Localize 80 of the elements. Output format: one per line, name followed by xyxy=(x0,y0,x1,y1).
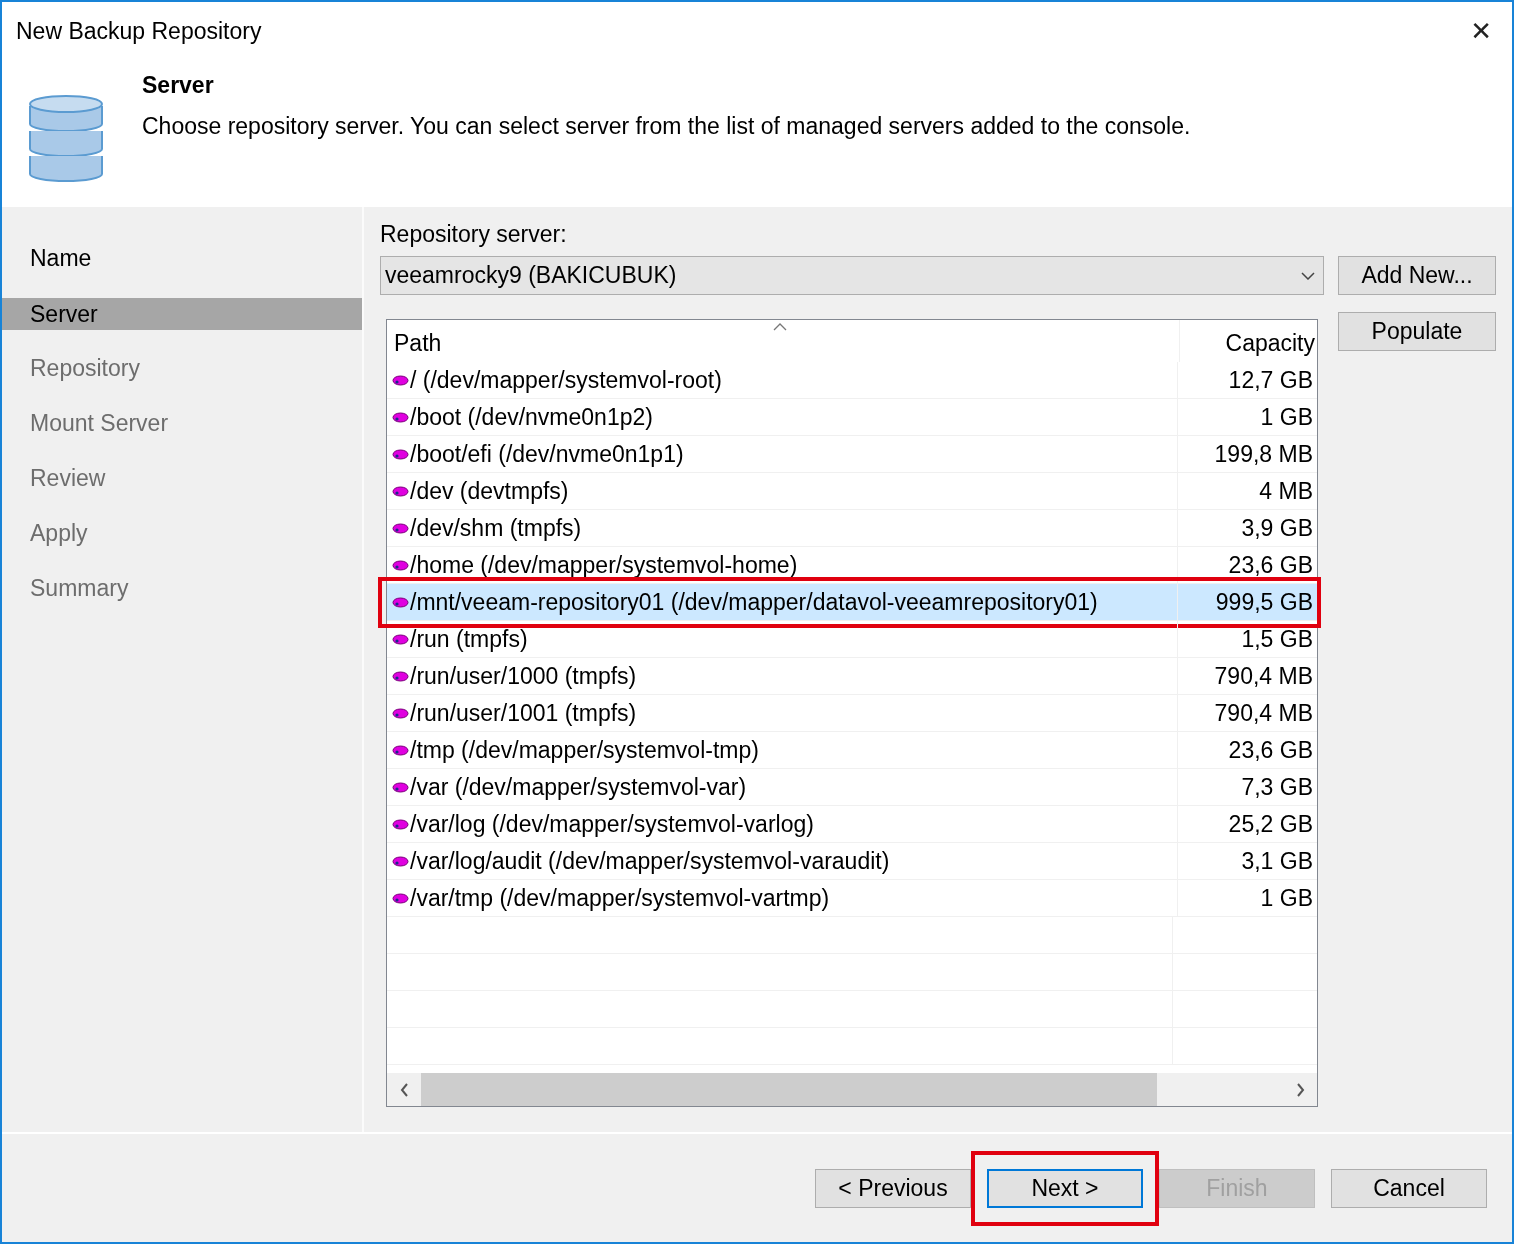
table-row[interactable]: /var/log (/dev/mapper/systemvol-varlog) 25,2 GB xyxy=(387,806,1317,843)
table-row[interactable]: /tmp (/dev/mapper/systemvol-tmp) 23,6 GB xyxy=(387,732,1317,769)
path-cell: /dev/shm (tmpfs) xyxy=(410,514,582,542)
path-cell: /mnt/veeam-repository01 (/dev/mapper/datavol-veeamrepository01) xyxy=(410,588,1098,616)
table-row[interactable]: /dev/shm (tmpfs) 3,9 GB xyxy=(387,510,1317,547)
volume-icon xyxy=(392,892,409,904)
table-row[interactable]: /var/log/audit (/dev/mapper/systemvol-varaudit) 3,1 GB xyxy=(387,843,1317,880)
capacity-cell: 23,6 GB xyxy=(1228,551,1313,579)
volume-icon xyxy=(392,707,409,719)
path-cell: /var/tmp (/dev/mapper/systemvol-vartmp) xyxy=(410,884,830,912)
table-row[interactable]: /mnt/veeam-repository01 (/dev/mapper/datavol-veeamrepository01) 999,5 GB xyxy=(387,584,1317,621)
capacity-cell: 12,7 GB xyxy=(1228,366,1313,394)
capacity-cell: 1 GB xyxy=(1260,403,1313,431)
path-cell: /run/user/1000 (tmpfs) xyxy=(410,662,637,690)
volume-icon xyxy=(392,855,409,867)
volume-icon xyxy=(392,522,409,534)
volume-icon xyxy=(392,633,409,645)
path-cell: /boot (/dev/nvme0n1p2) xyxy=(410,403,653,431)
chevron-down-icon xyxy=(1301,271,1315,280)
table-row[interactable]: /run/user/1000 (tmpfs) 790,4 MB xyxy=(387,658,1317,695)
capacity-cell: 23,6 GB xyxy=(1228,736,1313,764)
volume-icon xyxy=(392,670,409,682)
table-row[interactable]: /boot (/dev/nvme0n1p2) 1 GB xyxy=(387,399,1317,436)
window-title: New Backup Repository xyxy=(16,17,262,45)
field-label: Repository server: xyxy=(380,221,568,248)
server-dropdown[interactable]: veeamrocky9 (BAKICUBUK) xyxy=(380,256,1324,295)
path-cell: /boot/efi (/dev/nvme0n1p1) xyxy=(410,440,684,468)
wizard-button[interactable]: Cancel xyxy=(1331,1168,1487,1208)
wizard-button[interactable]: Next > xyxy=(987,1168,1143,1208)
table-row[interactable]: /dev (devtmpfs) 4 MB xyxy=(387,473,1317,510)
capacity-cell: 3,1 GB xyxy=(1241,847,1313,875)
step-description: Choose repository server. You can select server from the list of managed servers added to the console. xyxy=(142,113,1191,140)
path-cell: /var/log (/dev/mapper/systemvol-varlog) xyxy=(410,810,814,838)
path-cell: /run/user/1001 (tmpfs) xyxy=(410,699,637,727)
table-row[interactable]: /var (/dev/mapper/systemvol-var) 7,3 GB xyxy=(387,769,1317,806)
capacity-cell: 999,5 GB xyxy=(1215,588,1313,616)
capacity-cell: 790,4 MB xyxy=(1214,699,1313,727)
volume-icon xyxy=(392,448,409,460)
close-button[interactable]: ✕ xyxy=(1464,16,1498,46)
scroll-left-icon[interactable] xyxy=(399,1082,409,1097)
table-row[interactable]: /run (tmpfs) 1,5 GB xyxy=(387,621,1317,658)
path-cell: /home (/dev/mapper/systemvol-home) xyxy=(410,551,798,579)
capacity-cell: 7,3 GB xyxy=(1241,773,1313,801)
volume-icon xyxy=(392,596,409,608)
scrollbar-thumb[interactable] xyxy=(421,1073,1157,1106)
column-header[interactable]: Capacity xyxy=(1180,320,1317,362)
path-cell: /var (/dev/mapper/systemvol-var) xyxy=(410,773,747,801)
volume-icon xyxy=(392,744,409,756)
column-header[interactable]: Path xyxy=(387,320,1180,362)
volume-icon xyxy=(392,559,409,571)
wizard-button[interactable]: < Previous xyxy=(815,1168,971,1208)
table-row[interactable]: /run/user/1001 (tmpfs) 790,4 MB xyxy=(387,695,1317,732)
capacity-cell: 25,2 GB xyxy=(1228,810,1313,838)
wizard-step[interactable]: Server xyxy=(2,298,362,330)
volume-icon xyxy=(392,411,409,423)
database-icon xyxy=(28,92,104,184)
populate-button[interactable]: Populate xyxy=(1338,312,1496,351)
capacity-cell: 1,5 GB xyxy=(1241,625,1313,653)
volume-icon xyxy=(392,781,409,793)
capacity-cell: 3,9 GB xyxy=(1241,514,1313,542)
path-cell: /dev (devtmpfs) xyxy=(410,477,569,505)
capacity-cell: 199,8 MB xyxy=(1214,440,1313,468)
path-cell: /tmp (/dev/mapper/systemvol-tmp) xyxy=(410,736,759,764)
step-title: Server xyxy=(142,72,215,99)
volume-icon xyxy=(392,818,409,830)
capacity-cell: 790,4 MB xyxy=(1214,662,1313,690)
path-cell: /run (tmpfs) xyxy=(410,625,528,653)
table-row[interactable]: /boot/efi (/dev/nvme0n1p1) 199,8 MB xyxy=(387,436,1317,473)
path-cell: / (/dev/mapper/systemvol-root) xyxy=(410,366,722,394)
table-row[interactable]: /var/tmp (/dev/mapper/systemvol-vartmp) 1 GB xyxy=(387,880,1317,917)
table-row[interactable]: / (/dev/mapper/systemvol-root) 12,7 GB xyxy=(387,362,1317,399)
add-new-button[interactable]: Add New... xyxy=(1338,256,1496,295)
capacity-cell: 4 MB xyxy=(1259,477,1313,505)
sort-ascending-icon xyxy=(773,323,787,331)
wizard-step[interactable]: Name xyxy=(2,231,362,286)
volume-icon xyxy=(392,485,409,497)
volume-icon xyxy=(392,374,409,386)
scroll-right-icon[interactable] xyxy=(1295,1082,1305,1097)
path-cell: /var/log/audit (/dev/mapper/systemvol-varaudit) xyxy=(410,847,890,875)
capacity-cell: 1 GB xyxy=(1260,884,1313,912)
